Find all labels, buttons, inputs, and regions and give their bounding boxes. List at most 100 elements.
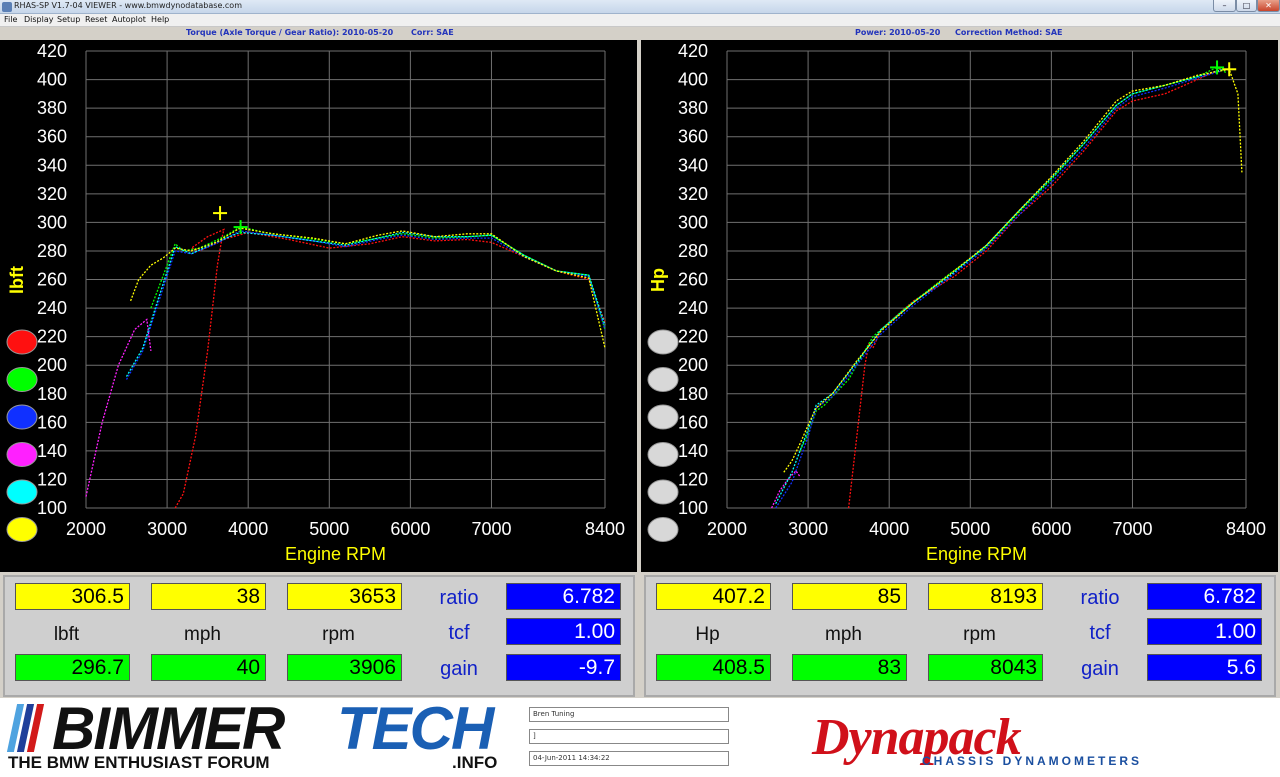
info-field-date[interactable]: 04-Jun-2011 14:34:22 — [529, 751, 729, 766]
power-xtick-label: 5000 — [950, 519, 990, 539]
power-ytick-label: 360 — [678, 127, 708, 147]
info-field-notes[interactable]: ] — [529, 729, 729, 744]
power-cursor1-mph: 85 — [792, 583, 907, 610]
torque-run-selector-1 — [6, 329, 38, 355]
torque-xtick-label: 7000 — [471, 519, 511, 539]
window-titlebar: RHAS-SP V1.7-04 VIEWER - www.bmwdynodata… — [0, 0, 1280, 14]
torque-readout-panel: 306.5 38 3653 lbft mph rpm 296.7 40 3906… — [3, 575, 635, 697]
torque-ytick-label: 240 — [37, 298, 67, 318]
power-ytick-label: 240 — [678, 298, 708, 318]
torque-ytick-label: 400 — [37, 70, 67, 90]
dyno-viewer-app: RHAS-SP V1.7-04 VIEWER - www.bmwdynodata… — [0, 0, 1280, 777]
torque-ytick-label: 120 — [37, 469, 67, 489]
power-unit-hp: Hp — [695, 624, 720, 645]
torque-ratio-value: 6.782 — [506, 583, 621, 610]
power-gain-label: gain — [1081, 658, 1119, 680]
torque-run-selector-4 — [6, 442, 38, 467]
torque-ytick-label: 420 — [37, 41, 67, 61]
power-run-selector-3 — [647, 404, 679, 430]
menu-setup[interactable]: Setup — [57, 15, 80, 24]
torque-corr: Corr: SAE — [411, 28, 454, 37]
power-ytick-label: 420 — [678, 41, 708, 61]
torque-tcf-label: tcf — [448, 622, 470, 644]
power-readout-panel: 407.2 85 8193 Hp mph rpm 408.5 83 8043 r… — [644, 575, 1276, 697]
close-button[interactable]: ✕ — [1257, 0, 1280, 12]
power-chart[interactable]: 100 120 140 160 180 200 220 240 260 280 300 320 340 3… — [641, 40, 1278, 572]
power-ratio-value: 6.782 — [1147, 583, 1262, 610]
torque-ratio-label: ratio — [439, 587, 479, 609]
torque-ytick-label: 360 — [37, 127, 67, 147]
menu-file[interactable]: File — [4, 15, 17, 24]
power-corr: Correction Method: SAE — [955, 28, 1063, 37]
torque-x-axis-label: Engine RPM — [285, 544, 386, 564]
torque-series-line-0 — [174, 228, 606, 509]
power-xtick-label: 6000 — [1031, 519, 1071, 539]
power-tcf-label: tcf — [1089, 622, 1111, 644]
power-ytick-label: 300 — [678, 212, 708, 232]
power-cursor1-rpm: 8193 — [928, 583, 1043, 610]
torque-chart-caption: Torque (Axle Torque / Gear Ratio): 2010-… — [0, 28, 640, 39]
menu-help[interactable]: Help — [151, 15, 169, 24]
torque-run-selector-5 — [6, 479, 38, 505]
power-y-axis-label: Hp — [648, 268, 668, 292]
power-ytick-label: 260 — [678, 270, 708, 290]
power-unit-mph: mph — [825, 624, 862, 645]
power-ytick-label: 180 — [678, 384, 708, 404]
torque-gain-label: gain — [440, 658, 478, 680]
torque-ytick-label: 180 — [37, 384, 67, 404]
torque-ytick-label: 300 — [37, 212, 67, 232]
torque-chart[interactable]: 100 120 140 160 180 200 220 240 260 280 300 320 340 3… — [0, 40, 637, 572]
power-cursor2-rpm: 8043 — [928, 654, 1043, 681]
torque-ytick-label: 260 — [37, 270, 67, 290]
power-ytick-label: 320 — [678, 184, 708, 204]
torque-cursor2-mph: 40 — [151, 654, 266, 681]
info-field-shop[interactable]: Bren Tuning — [529, 707, 729, 722]
power-series-line-0 — [847, 67, 1222, 509]
menu-autoplot[interactable]: Autoplot — [112, 15, 146, 24]
torque-ytick-label: 200 — [37, 355, 67, 375]
torque-gain-value: -9.7 — [506, 654, 621, 681]
torque-xtick-label: 6000 — [390, 519, 430, 539]
power-cursor2-hp: 408.5 — [656, 654, 771, 681]
torque-ytick-label: 220 — [37, 327, 67, 347]
power-cursor1-hp: 407.2 — [656, 583, 771, 610]
torque-unit-lbft: lbft — [53, 624, 80, 645]
menu-bar: File Display Setup Reset Autoplot Help — [0, 14, 1280, 27]
torque-cursor1-mph: 38 — [151, 583, 266, 610]
power-ytick-label: 100 — [678, 498, 708, 518]
menu-reset[interactable]: Reset — [85, 15, 107, 24]
power-xtick-label: 2000 — [707, 519, 747, 539]
torque-ytick-label: 160 — [37, 412, 67, 432]
torque-cursor1-lbft: 306.5 — [15, 583, 130, 610]
power-xtick-label: 4000 — [869, 519, 909, 539]
power-run-selector-6 — [647, 517, 679, 542]
power-ratio-label: ratio — [1080, 587, 1120, 609]
power-chart-svg: 100 120 140 160 180 200 220 240 260 280 300 320 340 3… — [647, 41, 1266, 564]
torque-xtick-label: 8400 — [585, 519, 625, 539]
power-run-selector-5 — [647, 479, 679, 505]
torque-ytick-label: 280 — [37, 241, 67, 261]
torque-run-selector-6 — [6, 517, 38, 542]
torque-cursor2-rpm: 3906 — [287, 654, 402, 681]
power-run-selector-2 — [647, 367, 679, 392]
torque-series-line-3 — [85, 318, 152, 497]
menu-display[interactable]: Display — [24, 15, 54, 24]
torque-ytick-label: 140 — [37, 441, 67, 461]
torque-tcf-value: 1.00 — [506, 618, 621, 645]
brand-footer: BIMMER TECH THE BMW ENTHUSIAST FORUM .IN… — [0, 695, 1280, 777]
torque-series-line-4 — [125, 231, 606, 377]
torque-ytick-label: 340 — [37, 155, 67, 175]
power-unit-rpm: rpm — [963, 624, 996, 645]
window-title: RHAS-SP V1.7-04 VIEWER - www.bmwdynodata… — [14, 1, 242, 10]
minimize-button[interactable]: – — [1213, 0, 1236, 12]
power-xtick-label: 7000 — [1112, 519, 1152, 539]
torque-y-axis-label: lbft — [7, 266, 27, 294]
power-series-line-5 — [783, 68, 1243, 473]
torque-ytick-label: 320 — [37, 184, 67, 204]
power-ytick-label: 280 — [678, 241, 708, 261]
power-chart-caption: Power: 2010-05-20 Correction Method: SAE — [640, 28, 1280, 39]
power-xtick-label: 8400 — [1226, 519, 1266, 539]
maximize-button[interactable]: □ — [1236, 0, 1257, 12]
power-cursor2-mph: 83 — [792, 654, 907, 681]
power-ytick-label: 380 — [678, 98, 708, 118]
